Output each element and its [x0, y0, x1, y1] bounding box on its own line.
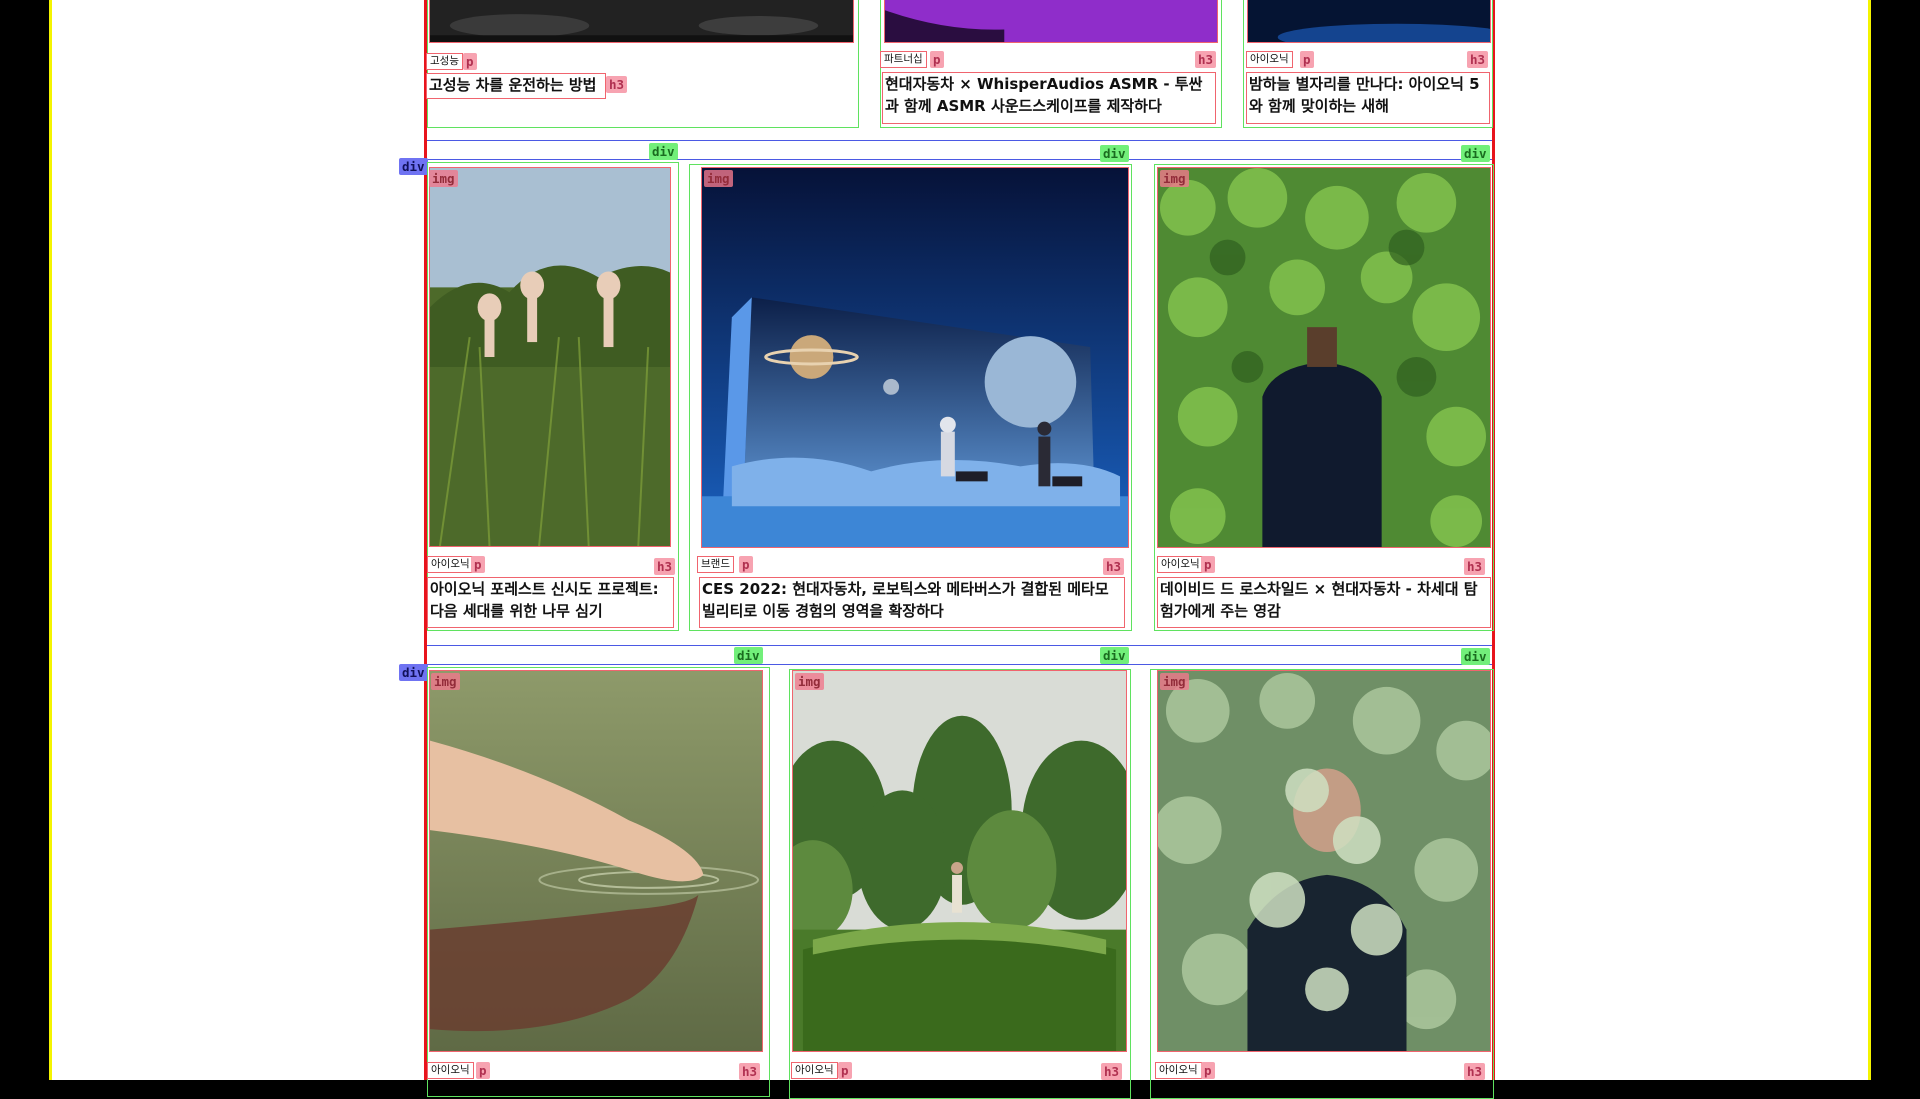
- h3-tag: h3: [1101, 1063, 1123, 1080]
- h3-tag: h3: [739, 1063, 761, 1080]
- p-tag: p: [930, 51, 944, 68]
- p-tag: p: [476, 1062, 490, 1079]
- img-tag: img: [1160, 170, 1189, 187]
- div-tag: div: [1461, 145, 1490, 162]
- img-tag: img: [1160, 673, 1189, 690]
- img-tag: img: [429, 170, 458, 187]
- article-category: 브랜드: [697, 556, 734, 573]
- article-category: 아이오닉: [427, 556, 474, 573]
- p-tag: p: [739, 556, 753, 573]
- article-category: 아이오닉: [1155, 1062, 1202, 1079]
- p-tag: p: [838, 1062, 852, 1079]
- page-left-edge: [49, 0, 52, 1080]
- article-image[interactable]: [1157, 670, 1491, 1052]
- article-category: 아이오닉: [791, 1062, 838, 1079]
- div-tag: div: [1100, 647, 1129, 664]
- h3-tag: h3: [1195, 51, 1217, 68]
- article-category: 파트너십: [880, 51, 927, 68]
- h3-tag: h3: [1464, 558, 1486, 575]
- page-right-edge: [1868, 0, 1871, 1080]
- img-tag: img: [795, 673, 824, 690]
- h3-tag: h3: [1464, 1063, 1486, 1080]
- div-tag: div: [649, 143, 678, 160]
- p-tag: p: [1300, 51, 1314, 68]
- row-divider: [427, 645, 1492, 646]
- img-tag: img: [704, 170, 733, 187]
- h3-tag: h3: [654, 558, 676, 575]
- article-image[interactable]: [429, 670, 763, 1052]
- article-category: 아이오닉: [1246, 51, 1293, 68]
- article-title[interactable]: CES 2022: 현대자동차, 로보틱스와 메타버스가 결합된 메타모빌리티로…: [699, 577, 1125, 628]
- div-tag: div: [399, 664, 428, 681]
- article-category: 고성능: [426, 53, 463, 70]
- p-tag: p: [463, 53, 477, 70]
- article-title[interactable]: 고성능 차를 운전하는 방법: [426, 73, 606, 99]
- article-image[interactable]: [1247, 0, 1491, 43]
- div-tag: div: [1461, 648, 1490, 665]
- article-title[interactable]: 아이오닉 포레스트 신시도 프로젝트: 다음 세대를 위한 나무 심기: [427, 577, 674, 628]
- article-title[interactable]: 현대자동차 × WhisperAudios ASMR - 투싼과 함께 ASMR…: [882, 72, 1216, 124]
- p-tag: p: [1201, 556, 1215, 573]
- article-image[interactable]: [701, 167, 1129, 548]
- article-title[interactable]: 밤하늘 별자리를 만나다: 아이오닉 5와 함께 맞이하는 새해: [1246, 72, 1490, 124]
- row-divider: [427, 140, 1492, 141]
- article-image[interactable]: [792, 670, 1127, 1052]
- h3-tag: h3: [1467, 51, 1489, 68]
- row-divider: [427, 664, 1492, 665]
- article-image[interactable]: [1157, 167, 1491, 548]
- p-tag: p: [471, 556, 485, 573]
- div-tag: div: [1100, 145, 1129, 162]
- h3-tag: h3: [1103, 558, 1125, 575]
- img-tag: img: [431, 673, 460, 690]
- article-category: 아이오닉: [427, 1062, 474, 1079]
- div-tag: div: [734, 647, 763, 664]
- p-tag: p: [1201, 1062, 1215, 1079]
- div-tag: div: [399, 158, 428, 175]
- row-divider: [427, 159, 1492, 160]
- article-title[interactable]: 데이비드 드 로스차일드 × 현대자동차 - 차세대 탐험가에게 주는 영감: [1157, 577, 1491, 628]
- article-image[interactable]: [429, 167, 671, 547]
- h3-tag: h3: [606, 76, 628, 93]
- article-image[interactable]: [884, 0, 1218, 43]
- article-image[interactable]: [429, 0, 854, 43]
- article-category: 아이오닉: [1157, 556, 1204, 573]
